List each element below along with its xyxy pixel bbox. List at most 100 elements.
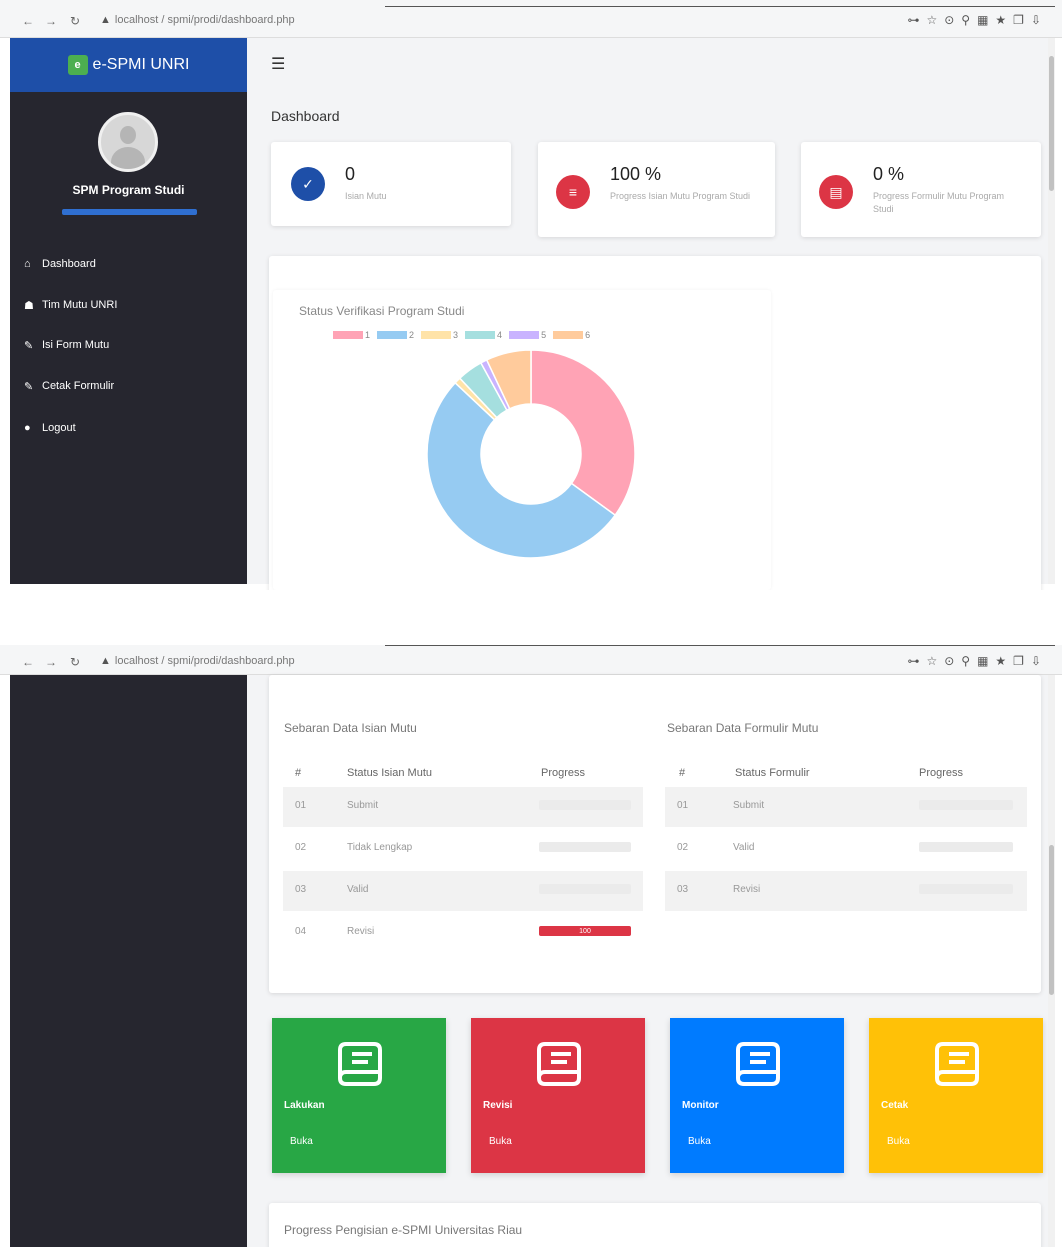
check-icon: ✓ (291, 167, 325, 201)
book-icon (736, 1042, 780, 1086)
power-icon: ● (24, 422, 31, 434)
tile-link[interactable]: Buka (688, 1136, 711, 1147)
url-text: localhost / spmi/prodi/dashboard.php (114, 655, 295, 667)
donut-slice[interactable] (530, 349, 636, 517)
edit-icon: ✎ (24, 339, 34, 352)
sidebar-item-label: Dashboard (42, 258, 96, 270)
stat-card-isian: ✓ 0 Isian Mutu (271, 142, 511, 226)
tile-link[interactable]: Buka (489, 1136, 512, 1147)
tile-link[interactable]: Buka (887, 1136, 910, 1147)
table-row: 02 Valid (665, 829, 1027, 869)
stat-label: Isian Mutu (345, 191, 387, 201)
forward-icon[interactable]: → (45, 655, 57, 669)
legend-item[interactable]: 5 (509, 330, 546, 340)
legend-item[interactable]: 4 (465, 330, 502, 340)
section-title: Progress Pengisian e-SPMI Universitas Ri… (284, 1223, 523, 1237)
stat-card-progress-formulir: ▤ 0 % Progress Formulir Mutu Program Stu… (801, 142, 1041, 237)
main-content: Sebaran Data Isian Mutu # Status Isian M… (247, 675, 1055, 1247)
profile-subtitle-bar (62, 209, 197, 215)
not-secure-icon: ▲ (100, 655, 111, 667)
stat-value: 0 (345, 164, 356, 184)
row-status: Valid (733, 842, 755, 853)
hamburger-icon[interactable]: ☰ (271, 54, 285, 74)
address-bar[interactable]: ▲ localhost / spmi/prodi/dashboard.php (100, 655, 295, 667)
tile-link[interactable]: Buka (290, 1136, 313, 1147)
table-row: 03 Valid (283, 871, 643, 911)
legend-label: 1 (365, 330, 371, 340)
stat-value: 100 % (610, 164, 662, 184)
brand-bar[interactable]: e e-SPMI UNRI (10, 38, 247, 92)
scrollbar[interactable] (1048, 675, 1055, 1247)
legend-swatch (333, 331, 363, 339)
print-icon: ✎ (24, 380, 34, 393)
sidebar-item-label: Isi Form Mutu (42, 339, 110, 351)
screenshot-bottom: ← → ↻ ▲ localhost / spmi/prodi/dashboard.… (0, 645, 1062, 1247)
sidebar-item-logout[interactable]: ● Logout (24, 418, 76, 438)
action-tile[interactable]: Cetak Buka (869, 1018, 1043, 1173)
table-header: # (295, 767, 302, 779)
tile-label: Revisi (483, 1100, 513, 1111)
row-status: Revisi (347, 926, 375, 937)
row-number: 01 (677, 800, 689, 811)
back-icon[interactable]: ← (22, 655, 34, 669)
row-number: 02 (295, 842, 307, 853)
legend-label: 5 (541, 330, 547, 340)
not-secure-icon: ▲ (100, 14, 111, 26)
legend-item[interactable]: 3 (421, 330, 458, 340)
brand-name: e-SPMI UNRI (92, 56, 190, 73)
tile-label: Cetak (881, 1100, 909, 1111)
sidebar-item-tim-mutu[interactable]: ☗ Tim Mutu UNRI (24, 295, 117, 315)
action-tile[interactable]: Lakukan Buka (272, 1018, 446, 1173)
extension-icons[interactable]: ⊶☆⊙⚲▦★❐⇩ (907, 13, 1048, 27)
address-bar[interactable]: ▲ localhost / spmi/prodi/dashboard.php (100, 14, 295, 26)
progress-bar (919, 800, 1013, 810)
list-icon: ≡ (556, 175, 590, 209)
legend-item[interactable]: 2 (377, 330, 414, 340)
progress-bar (539, 800, 631, 810)
sidebar-item-dashboard[interactable]: ⌂ Dashboard (24, 254, 96, 274)
chart-legend: 1 2 3 4 5 6 (333, 330, 590, 340)
sidebar-item-label: Cetak Formulir (42, 380, 115, 392)
table-row: 02 Tidak Lengkap (283, 829, 643, 869)
tile-label: Monitor (682, 1100, 719, 1111)
toolbar-line (385, 6, 1055, 7)
legend-swatch (553, 331, 584, 339)
sidebar (10, 675, 247, 1247)
legend-label: 2 (409, 330, 415, 340)
brand-logo-icon: e (67, 55, 88, 75)
progress-section: Progress Pengisian e-SPMI Universitas Ri… (269, 1203, 1041, 1247)
url-text: localhost / spmi/prodi/dashboard.php (114, 14, 295, 26)
profile-name: SPM Program Studi (72, 183, 185, 197)
action-tile[interactable]: Revisi Buka (471, 1018, 645, 1173)
scrollbar[interactable] (1048, 38, 1055, 584)
progress-bar (919, 884, 1013, 894)
sidebar-item-isi-form[interactable]: ✎ Isi Form Mutu (24, 335, 109, 355)
reload-icon[interactable]: ↻ (70, 655, 80, 669)
legend-item[interactable]: 1 (333, 330, 370, 340)
legend-swatch (421, 331, 452, 339)
progress-fill: 100 (539, 926, 631, 936)
table-header: Progress (541, 767, 586, 779)
table-header: Status Formulir (735, 767, 810, 779)
browser-toolbar: ← → ↻ ▲ localhost / spmi/prodi/dashboard.… (0, 0, 1062, 38)
table-row: 01 Submit (283, 787, 643, 827)
toolbar-line (385, 645, 1055, 646)
row-number: 03 (677, 884, 689, 895)
legend-item[interactable]: 6 (553, 330, 590, 340)
scrollbar-thumb[interactable] (1049, 56, 1054, 191)
action-tile[interactable]: Monitor Buka (670, 1018, 844, 1173)
scrollbar-thumb[interactable] (1049, 845, 1054, 995)
avatar (98, 112, 158, 172)
reload-icon[interactable]: ↻ (70, 14, 80, 28)
page-title: Dashboard (271, 108, 340, 124)
forward-icon[interactable]: → (45, 14, 57, 28)
extension-icons[interactable]: ⊶☆⊙⚲▦★❐⇩ (907, 654, 1048, 668)
row-status: Revisi (733, 884, 761, 895)
table-row: 03 Revisi (665, 871, 1027, 911)
legend-swatch (377, 331, 408, 339)
back-icon[interactable]: ← (22, 14, 34, 28)
sidebar-item-cetak[interactable]: ✎ Cetak Formulir (24, 376, 114, 396)
stat-card-progress-isian: ≡ 100 % Progress Isian Mutu Program Stud… (538, 142, 775, 237)
browser-toolbar: ← → ↻ ▲ localhost / spmi/prodi/dashboard.… (0, 645, 1062, 675)
chart-title: Status Verifikasi Program Studi (299, 304, 465, 318)
